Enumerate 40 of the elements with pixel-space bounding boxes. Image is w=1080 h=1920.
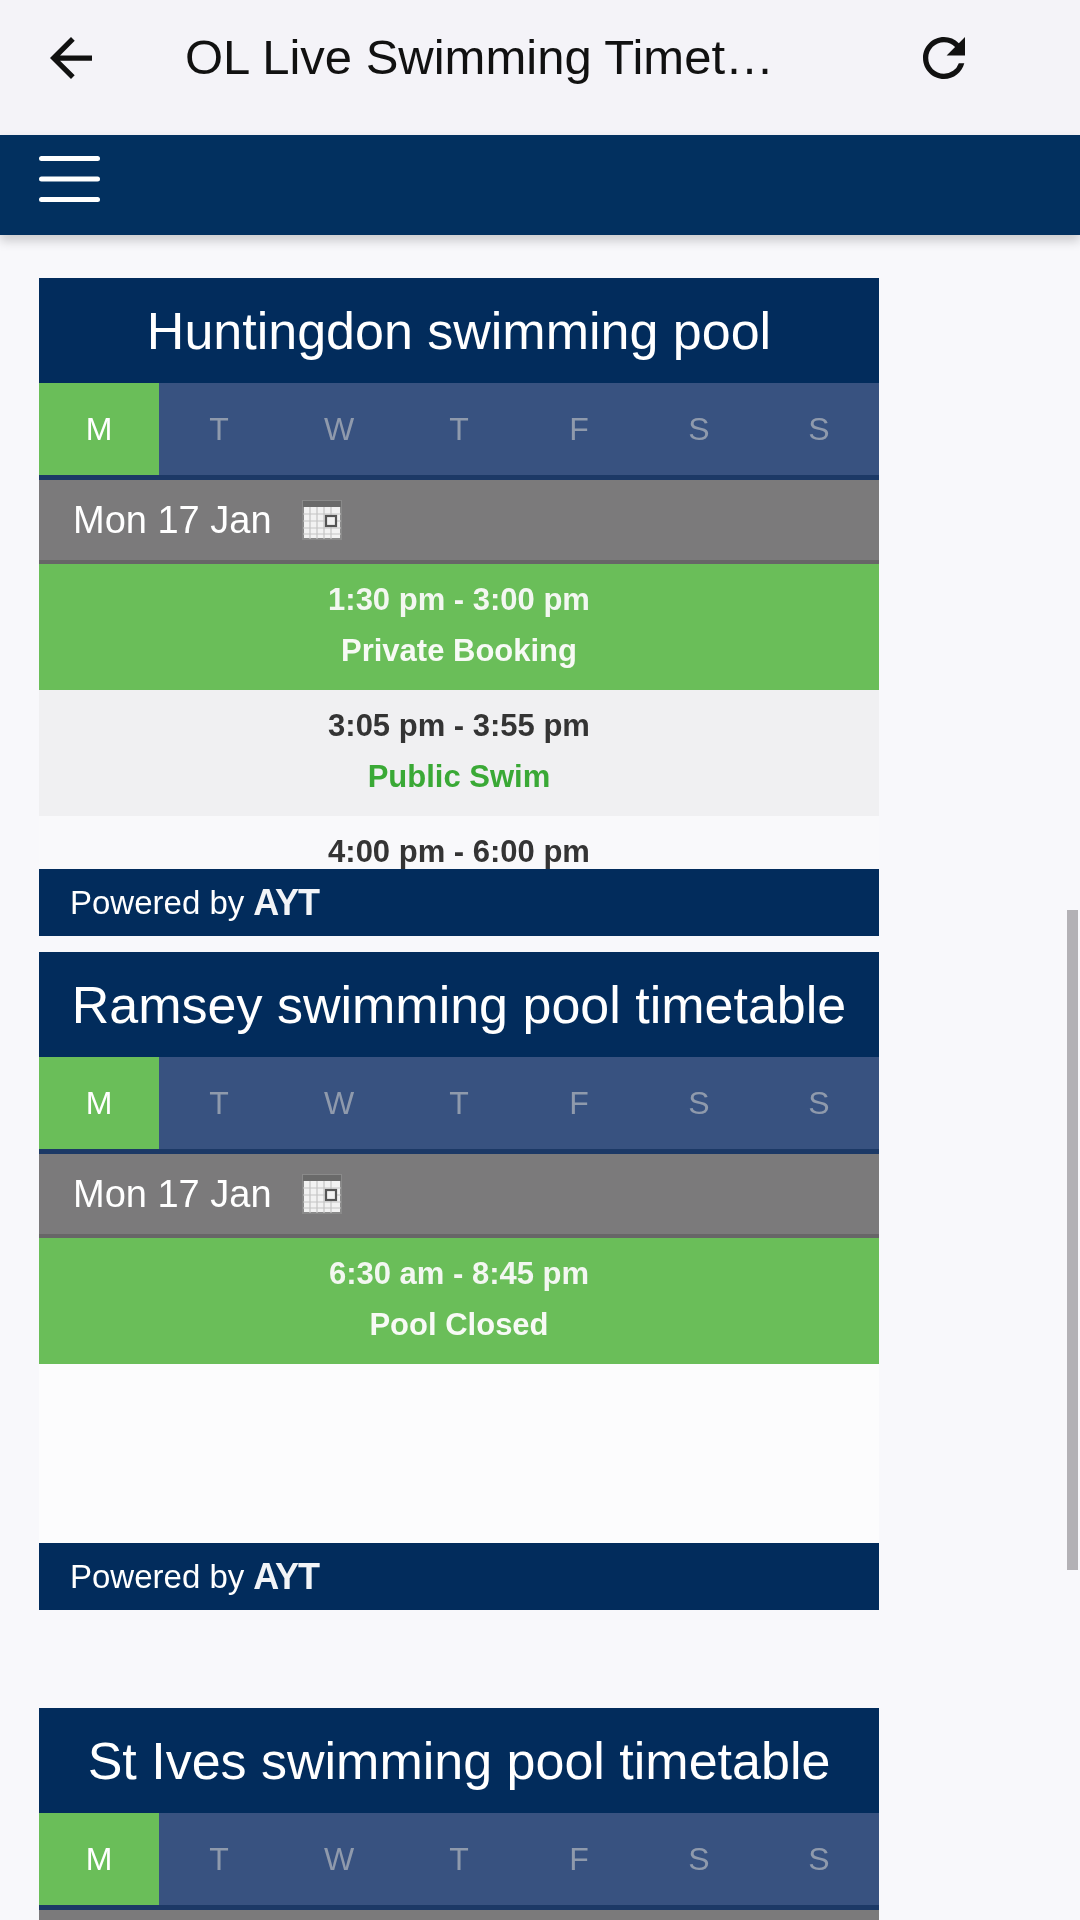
date-label: Mon 17 Jan — [73, 497, 272, 543]
day-tab[interactable]: M — [39, 383, 159, 475]
day-tab[interactable]: S — [759, 1057, 879, 1149]
back-icon[interactable] — [50, 36, 92, 79]
session-time: 1:30 pm - 3:00 pm — [328, 583, 590, 617]
powered-by-text: Powered by — [70, 882, 245, 923]
refresh-icon[interactable] — [923, 36, 965, 79]
session-activity: Private Booking — [341, 634, 577, 668]
day-tab[interactable]: F — [519, 383, 639, 475]
day-tab[interactable]: T — [159, 383, 279, 475]
day-tab[interactable]: M — [39, 1057, 159, 1149]
day-tab[interactable]: W — [279, 1813, 399, 1905]
day-tab[interactable]: S — [639, 383, 759, 475]
app-title: OL Live Swimming Timet… — [185, 28, 776, 86]
date-label: Mon 17 Jan — [73, 1171, 272, 1217]
logo: AYT — [253, 880, 319, 925]
session-time: 4:00 pm - 6:00 pm — [328, 835, 590, 869]
session-activity: Public Swim — [367, 760, 551, 794]
day-tab[interactable]: W — [279, 1057, 399, 1149]
day-tab[interactable]: S — [639, 1813, 759, 1905]
day-tab[interactable]: F — [519, 1813, 639, 1905]
logo: AYT — [253, 1554, 319, 1599]
calendar-icon[interactable] — [301, 1174, 342, 1214]
session-time: 6:30 am - 8:45 pm — [328, 1257, 590, 1291]
calendar-icon[interactable] — [301, 500, 342, 540]
day-tab[interactable]: S — [639, 1057, 759, 1149]
session-time: 3:05 pm - 3:55 pm — [328, 709, 590, 743]
day-tab[interactable]: T — [399, 383, 519, 475]
day-tab[interactable]: T — [159, 1057, 279, 1149]
menu-icon[interactable] — [39, 156, 100, 202]
day-tab[interactable]: S — [759, 1813, 879, 1905]
day-tab[interactable]: T — [399, 1057, 519, 1149]
powered-by-text: Powered by — [70, 1556, 245, 1597]
day-tab[interactable]: F — [519, 1057, 639, 1149]
day-tab[interactable]: T — [399, 1813, 519, 1905]
session-activity: Pool Closed — [369, 1308, 549, 1342]
day-tab[interactable]: S — [759, 383, 879, 475]
day-tab[interactable]: M — [39, 1813, 159, 1905]
day-tab[interactable]: T — [159, 1813, 279, 1905]
day-tab[interactable]: W — [279, 383, 399, 475]
